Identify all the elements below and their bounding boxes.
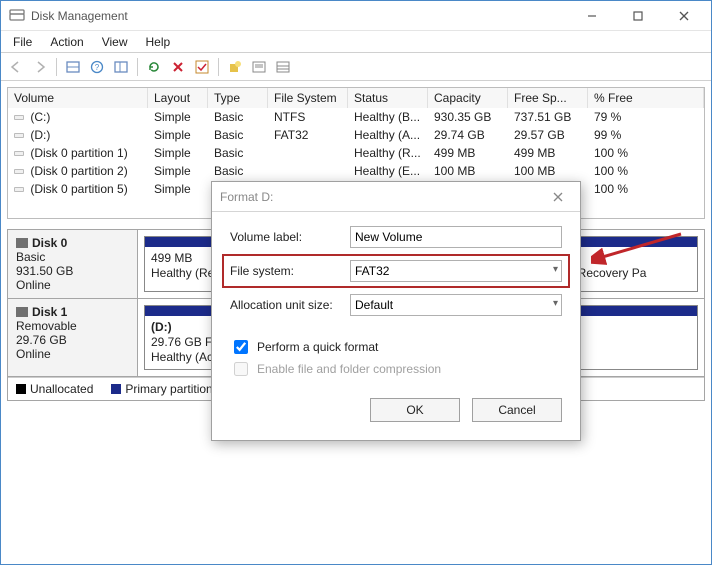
toolbar: ?	[1, 53, 711, 81]
dialog-title: Format D:	[220, 190, 544, 204]
dialog-titlebar: Format D:	[212, 182, 580, 212]
close-window-button[interactable]	[661, 1, 707, 31]
maximize-button[interactable]	[615, 1, 661, 31]
col-type[interactable]: Type	[208, 88, 268, 108]
table-row[interactable]: (C:)SimpleBasicNTFSHealthy (B...930.35 G…	[8, 108, 704, 126]
new-button[interactable]	[224, 56, 246, 78]
disk-info-0[interactable]: Disk 0 Basic 931.50 GB Online	[8, 230, 138, 298]
partition-title: (D:)	[151, 320, 172, 334]
minimize-button[interactable]	[569, 1, 615, 31]
table-row[interactable]: (Disk 0 partition 1)SimpleBasicHealthy (…	[8, 144, 704, 162]
check-button[interactable]	[191, 56, 213, 78]
file-system-combo[interactable]	[350, 260, 562, 282]
help-button[interactable]: ?	[86, 56, 108, 78]
legend-swatch-unallocated	[16, 384, 26, 394]
properties-icon[interactable]	[248, 56, 270, 78]
refresh-button[interactable]	[143, 56, 165, 78]
compression-checkbox: Enable file and folder compression	[230, 358, 562, 380]
dialog-close-button[interactable]	[544, 192, 572, 202]
back-button[interactable]	[5, 56, 27, 78]
quick-format-input[interactable]	[234, 340, 248, 354]
menu-help[interactable]: Help	[138, 33, 179, 51]
view-button-2[interactable]	[110, 56, 132, 78]
volume-icon	[14, 145, 24, 155]
view-button-1[interactable]	[62, 56, 84, 78]
disk-type: Removable	[16, 319, 77, 333]
disk-name: Disk 0	[32, 236, 67, 250]
toolbar-separator	[56, 58, 57, 76]
volume-icon	[14, 163, 24, 173]
quick-format-checkbox[interactable]: Perform a quick format	[230, 336, 562, 358]
partition-size: 499 MB	[151, 251, 192, 265]
volume-table-header: Volume Layout Type File System Status Ca…	[8, 88, 704, 108]
volume-label-label: Volume label:	[230, 230, 350, 244]
disk-name: Disk 1	[32, 305, 67, 319]
volume-icon	[14, 181, 24, 191]
menubar: File Action View Help	[1, 31, 711, 53]
toolbar-separator	[137, 58, 138, 76]
checkbox-label: Enable file and folder compression	[257, 362, 441, 376]
allocation-unit-combo[interactable]	[350, 294, 562, 316]
legend-primary: Primary partition	[111, 382, 212, 396]
disk-state: Online	[16, 347, 51, 361]
file-system-row-highlight: File system: ▾	[222, 254, 570, 288]
legend-unallocated: Unallocated	[16, 382, 93, 396]
disk-state: Online	[16, 278, 51, 292]
checkbox-label: Perform a quick format	[257, 340, 378, 354]
format-dialog: Format D: Volume label: File system: ▾ A…	[211, 181, 581, 441]
legend-label: Primary partition	[125, 382, 212, 396]
disk-info-1[interactable]: Disk 1 Removable 29.76 GB Online	[8, 299, 138, 376]
col-volume[interactable]: Volume	[8, 88, 148, 108]
table-row[interactable]: (Disk 0 partition 2)SimpleBasicHealthy (…	[8, 162, 704, 180]
col-free[interactable]: Free Sp...	[508, 88, 588, 108]
list-icon[interactable]	[272, 56, 294, 78]
menu-action[interactable]: Action	[42, 33, 91, 51]
disk-size: 931.50 GB	[16, 264, 73, 278]
disk-type: Basic	[16, 250, 45, 264]
volume-label-input[interactable]	[350, 226, 562, 248]
forward-button[interactable]	[29, 56, 51, 78]
col-fs[interactable]: File System	[268, 88, 348, 108]
col-status[interactable]: Status	[348, 88, 428, 108]
col-capacity[interactable]: Capacity	[428, 88, 508, 108]
file-system-label: File system:	[230, 264, 350, 278]
compression-input	[234, 362, 248, 376]
menu-view[interactable]: View	[94, 33, 136, 51]
allocation-unit-label: Allocation unit size:	[230, 298, 350, 312]
ok-button[interactable]: OK	[370, 398, 460, 422]
legend-swatch-primary	[111, 384, 121, 394]
disk-size: 29.76 GB	[16, 333, 67, 347]
menu-file[interactable]: File	[5, 33, 40, 51]
toolbar-separator	[218, 58, 219, 76]
titlebar: Disk Management	[1, 1, 711, 31]
svg-text:?: ?	[95, 63, 100, 72]
table-row[interactable]: (D:)SimpleBasicFAT32Healthy (A...29.74 G…	[8, 126, 704, 144]
button-label: Cancel	[498, 403, 535, 417]
volume-icon	[14, 109, 24, 119]
button-label: OK	[406, 403, 423, 417]
legend-label: Unallocated	[30, 382, 93, 396]
cancel-button[interactable]: Cancel	[472, 398, 562, 422]
volume-icon	[14, 127, 24, 137]
col-pctfree[interactable]: % Free	[588, 88, 704, 108]
col-layout[interactable]: Layout	[148, 88, 208, 108]
window-title: Disk Management	[31, 9, 569, 23]
disk-icon	[16, 238, 28, 248]
delete-button[interactable]	[167, 56, 189, 78]
app-icon	[9, 8, 25, 24]
disk-icon	[16, 307, 28, 317]
